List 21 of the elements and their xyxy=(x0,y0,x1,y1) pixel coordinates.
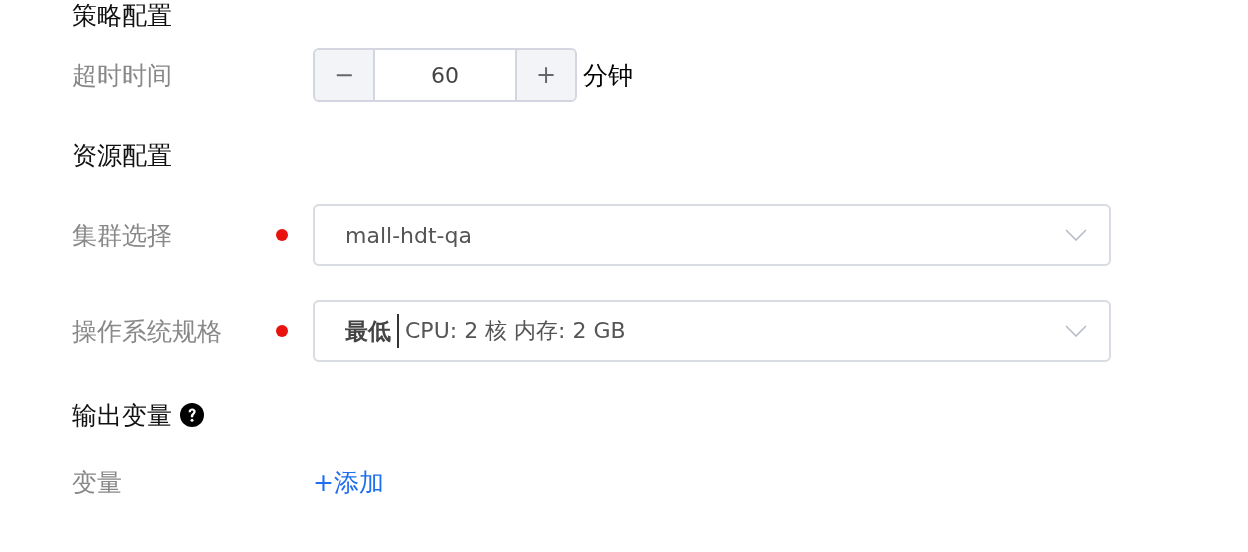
select-field[interactable]: mall-hdt-qa xyxy=(313,204,1111,266)
unit-label: 分钟 xyxy=(583,59,633,92)
field-label: 集群选择 xyxy=(72,219,173,252)
chevron-down-icon xyxy=(1065,229,1087,241)
add-link[interactable]: +添加 xyxy=(313,465,384,499)
field-label: 变量 xyxy=(72,466,123,499)
spec-tag: 最低 xyxy=(345,315,391,347)
section-title: 策略配置 xyxy=(72,0,172,32)
number-input[interactable]: 60 xyxy=(373,50,517,100)
number-stepper[interactable]: − 60 + xyxy=(313,48,577,102)
field-label: 操作系统规格 xyxy=(72,315,223,348)
section-title: 输出变量 xyxy=(72,399,172,432)
select-field[interactable]: 最低 CPU: 2 核 内存: 2 GB xyxy=(313,300,1111,362)
decrement-button[interactable]: − xyxy=(315,50,373,100)
chevron-down-icon xyxy=(1065,325,1087,337)
increment-button[interactable]: + xyxy=(517,50,575,100)
select-value: CPU: 2 核 内存: 2 GB xyxy=(405,317,627,345)
select-value: mall-hdt-qa xyxy=(345,222,473,248)
help-icon[interactable] xyxy=(180,403,204,427)
section-title: 资源配置 xyxy=(72,139,172,172)
field-label: 超时时间 xyxy=(72,59,173,92)
